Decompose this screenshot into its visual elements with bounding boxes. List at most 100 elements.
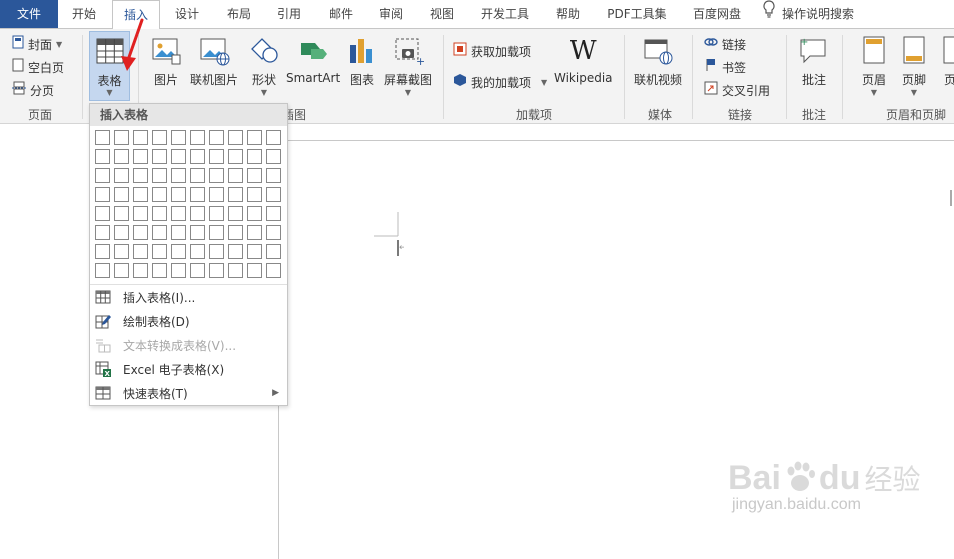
cross-reference-button[interactable]: 交叉引用 [704, 80, 770, 102]
grid-cell[interactable] [190, 187, 205, 202]
grid-cell[interactable] [266, 206, 281, 221]
page-number-button[interactable]: 页 [938, 35, 954, 88]
grid-cell[interactable] [209, 263, 224, 278]
grid-cell[interactable] [228, 244, 243, 259]
grid-cell[interactable] [228, 130, 243, 145]
grid-cell[interactable] [247, 149, 262, 164]
grid-cell[interactable] [171, 225, 186, 240]
tab-help[interactable]: 帮助 [546, 0, 590, 28]
blank-page-button[interactable]: 空白页 [12, 57, 64, 79]
grid-cell[interactable] [209, 225, 224, 240]
grid-cell[interactable] [190, 263, 205, 278]
tab-file[interactable]: 文件 [0, 0, 58, 28]
grid-cell[interactable] [247, 225, 262, 240]
grid-cell[interactable] [209, 149, 224, 164]
grid-cell[interactable] [190, 206, 205, 221]
chart-button[interactable]: 图表 [346, 35, 378, 88]
tab-design[interactable]: 设计 [162, 0, 212, 28]
footer-button[interactable]: 页脚 ▼ [898, 35, 930, 98]
grid-cell[interactable] [114, 225, 129, 240]
cover-page-button[interactable]: 封面 ▼ [12, 34, 62, 56]
grid-cell[interactable] [133, 225, 148, 240]
grid-cell[interactable] [266, 130, 281, 145]
tab-layout[interactable]: 布局 [214, 0, 264, 28]
my-addins-button[interactable]: 我的加载项 ▼ [453, 72, 547, 94]
grid-cell[interactable] [266, 149, 281, 164]
grid-cell[interactable] [228, 149, 243, 164]
grid-cell[interactable] [95, 225, 110, 240]
picture-button[interactable]: 图片 [150, 35, 182, 88]
grid-cell[interactable] [209, 168, 224, 183]
grid-cell[interactable] [266, 263, 281, 278]
tab-mailings[interactable]: 邮件 [316, 0, 366, 28]
grid-cell[interactable] [114, 130, 129, 145]
grid-cell[interactable] [190, 130, 205, 145]
grid-cell[interactable] [152, 187, 167, 202]
grid-cell[interactable] [133, 130, 148, 145]
grid-cell[interactable] [152, 206, 167, 221]
grid-cell[interactable] [171, 168, 186, 183]
tab-review[interactable]: 审阅 [366, 0, 416, 28]
shapes-button[interactable]: 形状 ▼ [248, 35, 280, 98]
bookmark-button[interactable]: 书签 [704, 57, 746, 79]
grid-cell[interactable] [114, 149, 129, 164]
grid-cell[interactable] [266, 244, 281, 259]
smartart-button[interactable]: SmartArt [286, 35, 340, 85]
grid-cell[interactable] [133, 149, 148, 164]
draw-table-menu-item[interactable]: 绘制表格(D) [90, 309, 287, 333]
quick-tables-menu-item[interactable]: 快速表格(T) ▶ [90, 381, 287, 405]
online-picture-button[interactable]: 联机图片 [190, 35, 238, 88]
grid-cell[interactable] [114, 206, 129, 221]
grid-cell[interactable] [95, 149, 110, 164]
grid-cell[interactable] [152, 168, 167, 183]
grid-cell[interactable] [228, 206, 243, 221]
wikipedia-button[interactable]: W Wikipedia [554, 35, 613, 85]
grid-cell[interactable] [171, 130, 186, 145]
tab-developer[interactable]: 开发工具 [472, 0, 538, 28]
grid-cell[interactable] [95, 187, 110, 202]
comment-button[interactable]: + 批注 [798, 35, 830, 88]
grid-cell[interactable] [266, 225, 281, 240]
grid-cell[interactable] [209, 206, 224, 221]
grid-cell[interactable] [209, 244, 224, 259]
grid-cell[interactable] [133, 206, 148, 221]
table-size-grid[interactable] [95, 130, 281, 278]
grid-cell[interactable] [190, 168, 205, 183]
grid-cell[interactable] [114, 263, 129, 278]
grid-cell[interactable] [114, 168, 129, 183]
grid-cell[interactable] [171, 206, 186, 221]
grid-cell[interactable] [266, 168, 281, 183]
tell-me-search[interactable]: 操作说明搜索 [762, 0, 882, 28]
online-video-button[interactable]: 联机视频 [634, 35, 682, 88]
grid-cell[interactable] [95, 168, 110, 183]
grid-cell[interactable] [228, 225, 243, 240]
grid-cell[interactable] [133, 187, 148, 202]
grid-cell[interactable] [114, 187, 129, 202]
grid-cell[interactable] [247, 206, 262, 221]
grid-cell[interactable] [171, 149, 186, 164]
grid-cell[interactable] [228, 187, 243, 202]
excel-spreadsheet-menu-item[interactable]: X Excel 电子表格(X) [90, 357, 287, 381]
grid-cell[interactable] [133, 244, 148, 259]
grid-cell[interactable] [114, 244, 129, 259]
grid-cell[interactable] [152, 130, 167, 145]
insert-table-menu-item[interactable]: 插入表格(I)... [90, 285, 287, 309]
grid-cell[interactable] [152, 263, 167, 278]
grid-cell[interactable] [209, 187, 224, 202]
grid-cell[interactable] [95, 263, 110, 278]
convert-text-to-table-menu-item[interactable]: 文本转换成表格(V)... [90, 333, 287, 357]
grid-cell[interactable] [190, 149, 205, 164]
grid-cell[interactable] [152, 225, 167, 240]
tab-baidu-netdisk[interactable]: 百度网盘 [684, 0, 750, 28]
grid-cell[interactable] [247, 244, 262, 259]
grid-cell[interactable] [247, 263, 262, 278]
screenshot-button[interactable]: + 屏幕截图 ▼ [384, 35, 432, 98]
grid-cell[interactable] [152, 149, 167, 164]
grid-cell[interactable] [133, 168, 148, 183]
tab-references[interactable]: 引用 [264, 0, 314, 28]
grid-cell[interactable] [190, 225, 205, 240]
grid-cell[interactable] [190, 244, 205, 259]
grid-cell[interactable] [247, 168, 262, 183]
grid-cell[interactable] [171, 244, 186, 259]
grid-cell[interactable] [171, 263, 186, 278]
